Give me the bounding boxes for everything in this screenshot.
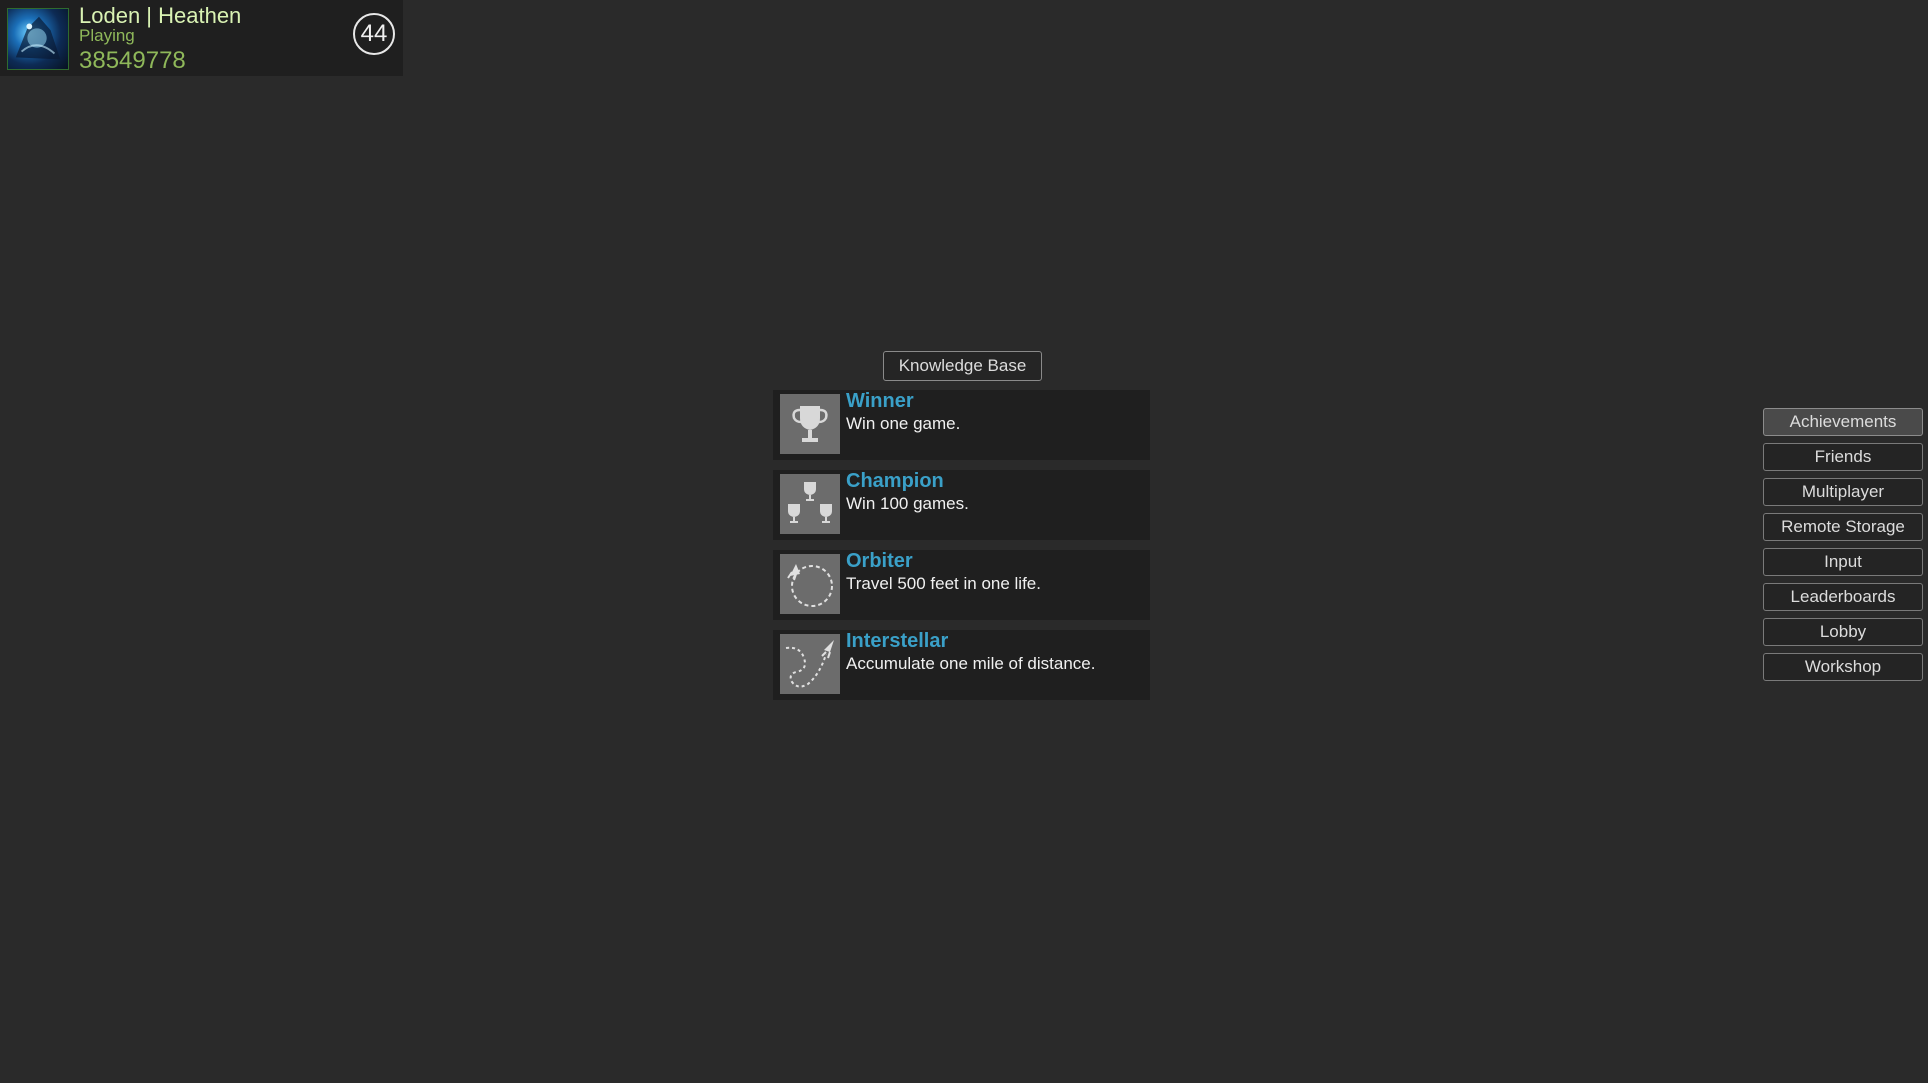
menu-input-button[interactable]: Input: [1763, 548, 1923, 576]
knowledge-base-button[interactable]: Knowledge Base: [883, 351, 1042, 381]
achievement-description: Travel 500 feet in one life.: [846, 574, 1041, 593]
player-status: Playing: [79, 26, 135, 45]
menu-achievements-button[interactable]: Achievements: [1763, 408, 1923, 436]
menu-leaderboards-button[interactable]: Leaderboards: [1763, 583, 1923, 611]
app-window: Loden | Heathen Playing 38549778 44 Know…: [0, 0, 1928, 1083]
three-trophies-icon: [780, 474, 840, 534]
menu-workshop-button[interactable]: Workshop: [1763, 653, 1923, 681]
achievement-title: Interstellar: [846, 630, 949, 652]
achievement-item: Champion Win 100 games.: [773, 470, 1150, 540]
avatar-image: [15, 16, 61, 60]
achievement-description: Accumulate one mile of distance.: [846, 654, 1096, 673]
side-menu: Achievements Friends Multiplayer Remote …: [1763, 408, 1923, 688]
achievement-description: Win 100 games.: [846, 494, 969, 513]
achievement-title: Orbiter: [846, 550, 913, 572]
achievement-list: Winner Win one game. Champion Win 100 ga…: [773, 390, 1150, 710]
achievement-title: Winner: [846, 390, 914, 412]
avatar[interactable]: [7, 8, 69, 70]
rocket-path-icon: [780, 634, 840, 694]
player-id: 38549778: [79, 47, 186, 74]
trophy-icon: [780, 394, 840, 454]
achievement-item: Orbiter Travel 500 feet in one life.: [773, 550, 1150, 620]
achievement-description: Win one game.: [846, 414, 961, 433]
player-card: Loden | Heathen Playing 38549778 44: [0, 0, 403, 76]
menu-remote-storage-button[interactable]: Remote Storage: [1763, 513, 1923, 541]
level-badge: 44: [353, 13, 395, 55]
menu-friends-button[interactable]: Friends: [1763, 443, 1923, 471]
menu-lobby-button[interactable]: Lobby: [1763, 618, 1923, 646]
achievement-title: Champion: [846, 470, 944, 492]
rocket-orbit-icon: [780, 554, 840, 614]
menu-multiplayer-button[interactable]: Multiplayer: [1763, 478, 1923, 506]
achievement-item: Winner Win one game.: [773, 390, 1150, 460]
achievement-item: Interstellar Accumulate one mile of dist…: [773, 630, 1150, 700]
